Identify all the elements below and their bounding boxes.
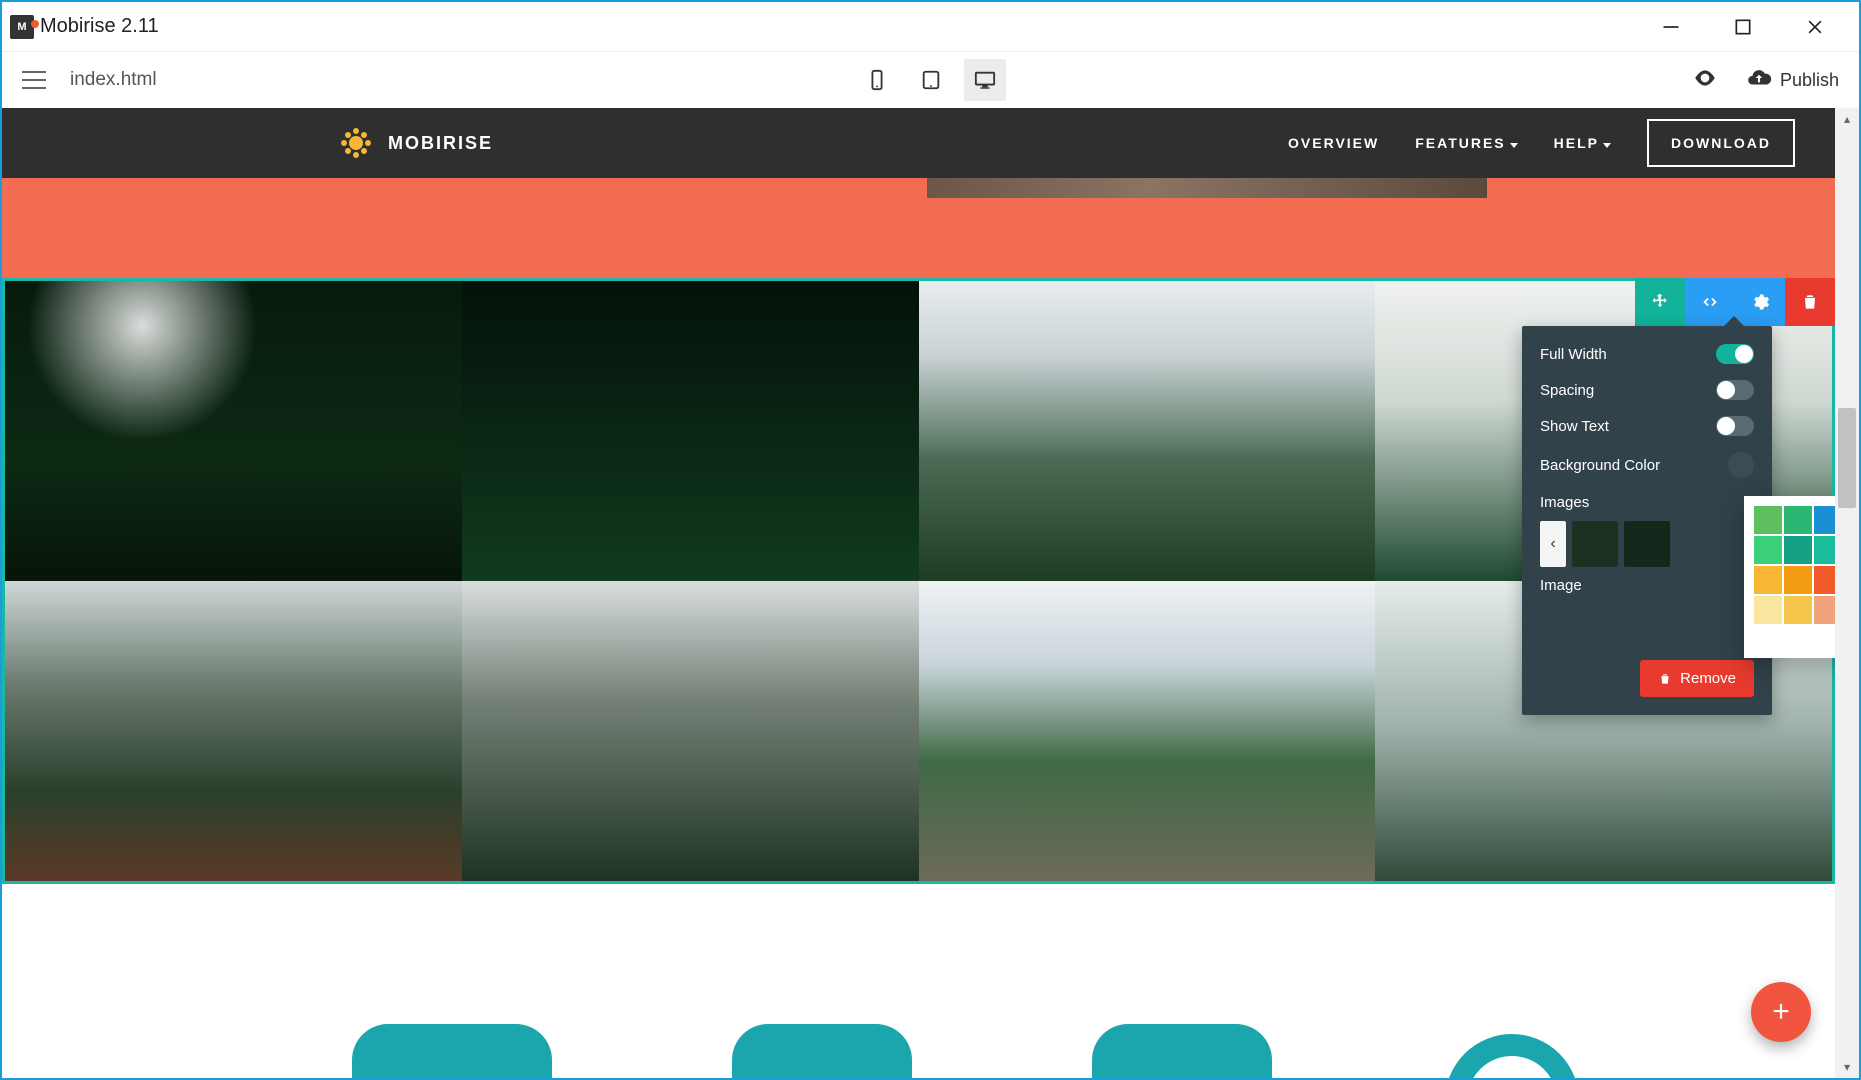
block-move-button[interactable] xyxy=(1635,278,1685,326)
feature-icons xyxy=(352,1024,1572,1078)
setting-bg-color: Background Color xyxy=(1540,452,1754,478)
full-width-toggle[interactable] xyxy=(1716,344,1754,364)
color-swatch[interactable] xyxy=(1784,566,1812,594)
gallery-image[interactable] xyxy=(919,581,1376,881)
scroll-down-button[interactable]: ▾ xyxy=(1835,1056,1859,1078)
image-heading: Image xyxy=(1540,577,1754,594)
images-heading: Images xyxy=(1540,494,1754,511)
gallery-image[interactable] xyxy=(5,281,462,581)
window-controls xyxy=(1659,15,1851,39)
gallery-image[interactable] xyxy=(5,581,462,881)
trash-icon xyxy=(1658,672,1672,686)
caret-down-icon xyxy=(1510,135,1518,151)
menu-icon[interactable] xyxy=(22,71,46,89)
tablet-view-button[interactable] xyxy=(910,59,952,101)
color-grid xyxy=(1754,506,1835,624)
spacing-toggle[interactable] xyxy=(1716,380,1754,400)
nav-item-overview[interactable]: OVERVIEW xyxy=(1288,135,1379,151)
color-swatch[interactable] xyxy=(1784,596,1812,624)
setting-label: Full Width xyxy=(1540,346,1607,363)
color-swatch[interactable] xyxy=(1814,506,1835,534)
color-swatch[interactable] xyxy=(1814,596,1835,624)
gallery-image[interactable] xyxy=(919,281,1376,581)
color-swatch[interactable] xyxy=(1814,536,1835,564)
features-section[interactable] xyxy=(2,884,1835,1064)
minimize-button[interactable] xyxy=(1659,15,1683,39)
vertical-scrollbar[interactable]: ▴ ▾ xyxy=(1835,108,1859,1078)
feature-icon xyxy=(352,1024,552,1078)
remove-image-button[interactable]: Remove xyxy=(1640,660,1754,697)
caret-down-icon xyxy=(1603,135,1611,151)
feature-icon xyxy=(732,1024,912,1078)
toolbar-right: Publish xyxy=(1692,65,1839,96)
publish-label: Publish xyxy=(1780,70,1839,91)
setting-full-width: Full Width xyxy=(1540,344,1754,364)
image-thumb[interactable] xyxy=(1572,521,1618,567)
color-picker: #553982 More > xyxy=(1744,496,1835,658)
desktop-view-button[interactable] xyxy=(964,59,1006,101)
block-delete-button[interactable] xyxy=(1785,278,1835,326)
site-navbar: MOBIRISE OVERVIEW FEATURES HELP DOWNLOAD xyxy=(2,108,1835,178)
nav-download-button[interactable]: DOWNLOAD xyxy=(1647,119,1795,167)
hero-image-fragment xyxy=(927,178,1487,198)
device-view-switch xyxy=(856,59,1006,101)
add-block-fab[interactable]: + xyxy=(1751,982,1811,1042)
plus-icon: + xyxy=(1772,995,1790,1029)
gallery-image[interactable] xyxy=(462,281,919,581)
gallery-block[interactable]: Full Width Spacing Show Text Background … xyxy=(2,278,1835,884)
block-settings-panel: Full Width Spacing Show Text Background … xyxy=(1522,326,1772,715)
color-swatch[interactable] xyxy=(1754,596,1782,624)
color-swatch[interactable] xyxy=(1754,566,1782,594)
gallery-image[interactable] xyxy=(462,581,919,881)
app-icon: M xyxy=(10,15,34,39)
nav-item-features[interactable]: FEATURES xyxy=(1415,135,1517,151)
color-swatch[interactable] xyxy=(1814,566,1835,594)
maximize-button[interactable] xyxy=(1731,15,1755,39)
image-thumb[interactable] xyxy=(1624,521,1670,567)
setting-label: Spacing xyxy=(1540,382,1594,399)
app-toolbar: index.html Publish xyxy=(2,52,1859,108)
feature-icon xyxy=(1092,1024,1272,1078)
close-button[interactable] xyxy=(1803,15,1827,39)
setting-label: Background Color xyxy=(1540,457,1660,474)
show-text-toggle[interactable] xyxy=(1716,416,1754,436)
titlebar: M Mobirise 2.11 xyxy=(2,2,1859,52)
nav-item-help[interactable]: HELP xyxy=(1554,135,1611,151)
mobile-view-button[interactable] xyxy=(856,59,898,101)
scroll-up-button[interactable]: ▴ xyxy=(1835,108,1859,130)
setting-spacing: Spacing xyxy=(1540,380,1754,400)
bg-color-swatch[interactable] xyxy=(1728,452,1754,478)
globe-icon xyxy=(1452,1024,1572,1078)
hero-section[interactable] xyxy=(2,178,1835,278)
color-swatch[interactable] xyxy=(1754,536,1782,564)
color-more-button[interactable]: More > xyxy=(1754,632,1835,648)
nav-items: OVERVIEW FEATURES HELP DOWNLOAD xyxy=(1288,119,1795,167)
setting-show-text: Show Text xyxy=(1540,416,1754,436)
app-window: M Mobirise 2.11 index.html Publish xyxy=(0,0,1861,1080)
thumb-prev-button[interactable]: ‹ xyxy=(1540,521,1566,567)
images-thumb-row: ‹ xyxy=(1540,521,1754,567)
publish-button[interactable]: Publish xyxy=(1746,65,1839,96)
setting-label: Show Text xyxy=(1540,418,1609,435)
color-swatch[interactable] xyxy=(1784,536,1812,564)
brand-label: MOBIRISE xyxy=(388,133,493,154)
scroll-thumb[interactable] xyxy=(1838,408,1856,508)
canvas-viewport[interactable]: MOBIRISE OVERVIEW FEATURES HELP DOWNLOAD xyxy=(2,108,1835,1078)
cloud-upload-icon xyxy=(1746,65,1772,96)
color-swatch[interactable] xyxy=(1784,506,1812,534)
sun-icon xyxy=(342,129,370,157)
remove-label: Remove xyxy=(1680,670,1736,687)
preview-icon[interactable] xyxy=(1692,65,1718,96)
color-swatch[interactable] xyxy=(1754,506,1782,534)
canvas-area: MOBIRISE OVERVIEW FEATURES HELP DOWNLOAD xyxy=(2,108,1859,1078)
filename-label: index.html xyxy=(70,69,157,91)
app-title: Mobirise 2.11 xyxy=(40,15,159,38)
